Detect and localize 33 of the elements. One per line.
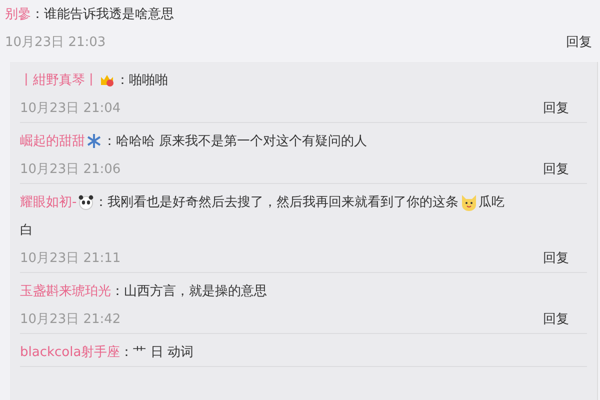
- colon-text: ：: [31, 6, 44, 23]
- reply-link[interactable]: 回复: [543, 249, 569, 267]
- colon-text: ：: [111, 283, 124, 300]
- reply-link[interactable]: 回复: [543, 160, 569, 178]
- cat-emoji-icon: [460, 193, 478, 211]
- colon-text: ：: [103, 133, 116, 150]
- comment-text: 谁能告诉我透是啥意思: [44, 6, 174, 23]
- user-name[interactable]: 崛起的甜甜: [20, 132, 85, 150]
- timestamp: 10月23日 21:42: [20, 311, 121, 328]
- colon-text: ：: [116, 72, 129, 89]
- user-name[interactable]: blackcola射手座: [20, 343, 120, 361]
- reply-text: 白: [20, 222, 33, 239]
- user-name[interactable]: 玉盏斟来琥珀光: [20, 282, 111, 300]
- user-name[interactable]: 丨紺野真琴丨: [20, 71, 98, 89]
- reply-text: 哈哈哈 原来我不是第一个对这个有疑问的人: [116, 133, 368, 150]
- panda-badge-icon: [78, 194, 94, 210]
- user-name[interactable]: 耀眼如初-: [20, 193, 77, 211]
- reply-text: 瓜吃: [478, 194, 505, 211]
- reply-link[interactable]: 回复: [566, 33, 592, 51]
- reply-link[interactable]: 回复: [543, 99, 569, 117]
- reply-text: 山西方言，就是操的意思: [124, 283, 267, 300]
- reply-link[interactable]: 回复: [543, 310, 569, 328]
- timestamp: 10月23日 21:04: [20, 100, 121, 117]
- colon-text: ：: [120, 344, 134, 361]
- reply-text: 啪啪啪: [129, 72, 168, 89]
- reply-text: 我刚看也是好奇然后去搜了，然后我再回来就看到了你的这条: [108, 194, 459, 211]
- timestamp: 10月23日 21:11: [20, 250, 121, 267]
- timestamp: 10月23日 21:03: [5, 34, 106, 51]
- colon-text: ：: [94, 194, 108, 211]
- timestamp: 10月23日 21:06: [20, 161, 121, 178]
- snowflake-badge-icon: [86, 133, 102, 149]
- user-name[interactable]: 别曑: [5, 5, 31, 23]
- reply-text: 艹 日 动词: [133, 344, 194, 361]
